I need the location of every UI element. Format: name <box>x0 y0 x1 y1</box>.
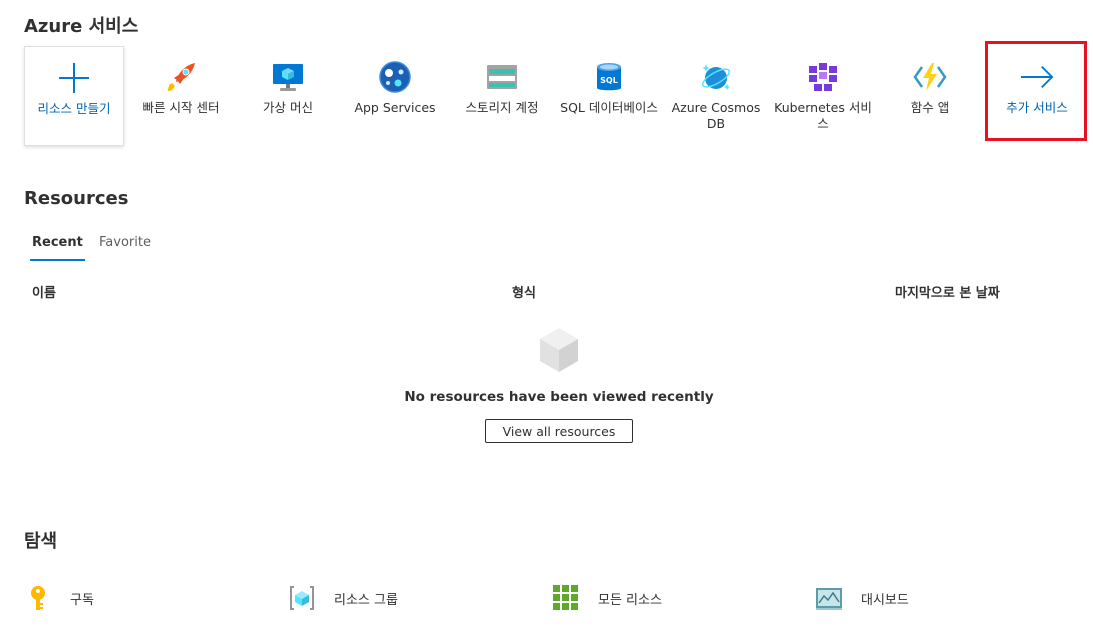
plus-icon <box>57 61 91 95</box>
virtual-machine-label: 가상 머신 <box>263 100 313 115</box>
storage-account-label: 스토리지 계정 <box>465 100 539 115</box>
storage-account-tile[interactable]: 스토리지 계정 <box>452 46 552 146</box>
view-all-resources-button[interactable]: View all resources <box>485 419 633 443</box>
nav-item-resource-groups[interactable]: 리소스 그룹 <box>288 583 398 613</box>
cosmos-db-tile[interactable]: Azure Cosmos DB <box>666 46 766 146</box>
virtual-machine-icon <box>271 60 305 94</box>
kubernetes-tile[interactable]: Kubernetes 서비스 <box>773 46 873 146</box>
navigate-section-title: 탐색 <box>24 531 58 552</box>
svg-text:SQL: SQL <box>600 76 618 85</box>
app-services-tile[interactable]: App Services <box>345 46 445 146</box>
storage-account-icon <box>485 60 519 94</box>
resource-group-icon <box>288 584 316 612</box>
sql-database-icon: SQL <box>592 60 626 94</box>
sql-database-tile[interactable]: SQL SQL 데이터베이스 <box>559 46 659 146</box>
cosmos-db-label: Azure Cosmos DB <box>671 100 761 131</box>
column-header-type[interactable]: 형식 <box>512 282 536 301</box>
nav-item-all-resources-label: 모든 리소스 <box>598 592 662 608</box>
empty-cube-icon <box>538 326 580 378</box>
nav-item-resource-groups-label: 리소스 그룹 <box>334 592 398 608</box>
services-section-title: Azure 서비스 <box>24 16 139 37</box>
sql-database-label: SQL 데이터베이스 <box>560 100 658 115</box>
column-header-name[interactable]: 이름 <box>32 282 56 301</box>
grid-icon <box>552 584 580 612</box>
dashboard-icon <box>815 584 843 612</box>
rocket-icon <box>164 60 198 94</box>
nav-item-all-resources[interactable]: 모든 리소스 <box>552 583 662 613</box>
quickstart-center-label: 빠른 시작 센터 <box>142 100 220 115</box>
create-resource-label: 리소스 만들기 <box>37 101 111 116</box>
services-row: 리소스 만들기 빠른 시작 센터 가상 머신 App Services 스토리지… <box>24 46 1088 146</box>
tab-favorite[interactable]: Favorite <box>99 235 151 250</box>
function-app-tile[interactable]: 함수 앱 <box>880 46 980 146</box>
function-app-label: 함수 앱 <box>910 100 950 115</box>
tab-recent[interactable]: Recent <box>30 235 85 261</box>
cosmos-db-icon <box>699 60 733 94</box>
key-icon <box>24 584 52 612</box>
kubernetes-icon <box>806 60 840 94</box>
app-services-icon <box>378 60 412 94</box>
nav-item-subscriptions-label: 구독 <box>70 592 94 608</box>
quickstart-center-tile[interactable]: 빠른 시작 센터 <box>131 46 231 146</box>
app-services-label: App Services <box>354 100 436 115</box>
create-resource-tile[interactable]: 리소스 만들기 <box>24 46 124 146</box>
nav-item-dashboard-label: 대시보드 <box>861 592 909 608</box>
nav-item-dashboard[interactable]: 대시보드 <box>815 583 909 613</box>
nav-item-subscriptions[interactable]: 구독 <box>24 583 94 613</box>
virtual-machine-tile[interactable]: 가상 머신 <box>238 46 338 146</box>
resources-section-title: Resources <box>24 188 129 209</box>
function-app-icon <box>913 60 947 94</box>
kubernetes-label: Kubernetes 서비스 <box>774 100 872 131</box>
empty-state-message: No resources have been viewed recently <box>404 389 714 405</box>
highlight-box <box>985 41 1087 141</box>
column-header-last-viewed[interactable]: 마지막으로 본 날짜 <box>895 282 1000 301</box>
